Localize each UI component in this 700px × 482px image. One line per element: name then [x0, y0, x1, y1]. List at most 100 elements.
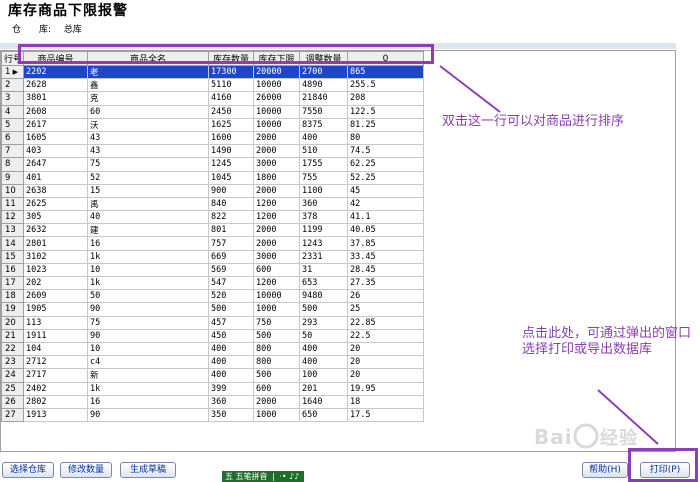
table-row[interactable]: 14 2801 16 757 2000 1243 37.85 [1, 236, 424, 251]
stock-min-cell[interactable]: 500 [253, 328, 300, 343]
table-row[interactable]: 23 2712 c4 400 800 400 20 [1, 355, 424, 370]
row-number-cell[interactable]: 17 [1, 275, 24, 291]
row-number-cell[interactable]: 21 [1, 328, 24, 343]
product-name-cell[interactable]: 16 [87, 394, 209, 409]
adjust-qty-cell[interactable]: 293 [299, 315, 348, 330]
product-name-cell[interactable]: 90 [87, 407, 209, 423]
stock-qty-cell[interactable]: 1600 [208, 130, 254, 146]
stock-qty-cell[interactable]: 400 [208, 368, 254, 383]
value-cell[interactable]: 40.05 [347, 223, 424, 238]
table-row[interactable]: 13 2632 建 801 2000 1199 40.05 [1, 223, 424, 238]
product-code-cell[interactable]: 2608 [23, 104, 88, 119]
value-cell[interactable]: 20 [347, 355, 424, 370]
stock-min-cell[interactable]: 10000 [253, 104, 300, 119]
stock-min-cell[interactable]: 1000 [253, 302, 300, 317]
row-number-cell[interactable]: 24 [1, 368, 24, 383]
stock-min-cell[interactable]: 20000 [253, 64, 300, 80]
product-name-cell[interactable]: 沃 [87, 117, 209, 132]
stock-min-cell[interactable]: 1200 [253, 210, 300, 225]
product-code-cell[interactable]: 401 [23, 170, 88, 185]
value-cell[interactable]: 25 [347, 302, 424, 317]
adjust-qty-cell[interactable]: 1640 [299, 394, 348, 409]
stock-min-cell[interactable]: 2000 [253, 394, 300, 409]
stock-min-cell[interactable]: 2000 [253, 223, 300, 238]
product-name-cell[interactable]: 1k [87, 249, 209, 264]
stock-min-cell[interactable]: 26000 [253, 91, 300, 106]
stock-qty-cell[interactable]: 400 [208, 341, 254, 357]
product-name-cell[interactable]: 40 [87, 210, 209, 225]
row-number-cell[interactable]: 2 [1, 78, 24, 93]
stock-qty-cell[interactable]: 360 [208, 394, 254, 409]
product-code-cell[interactable]: 2638 [23, 183, 88, 198]
value-cell[interactable]: 20 [347, 341, 424, 357]
row-number-cell[interactable]: 22 [1, 341, 24, 357]
select-warehouse-button[interactable]: 选择仓库 [2, 462, 54, 478]
stock-min-cell[interactable]: 3000 [253, 157, 300, 172]
table-row[interactable]: 22 104 10 400 800 400 20 [1, 341, 424, 357]
stock-min-cell[interactable]: 800 [253, 355, 300, 370]
product-name-cell[interactable]: 1k [87, 381, 209, 396]
row-number-cell[interactable]: 23 [1, 355, 24, 370]
product-code-cell[interactable]: 2617 [23, 117, 88, 132]
ime-status-bar[interactable]: 五 五笔拼音 ❘ ·• ♪♪ [222, 471, 304, 482]
product-code-cell[interactable]: 2609 [23, 289, 88, 304]
adjust-qty-cell[interactable]: 500 [299, 302, 348, 317]
row-number-cell[interactable]: 14 [1, 236, 24, 251]
stock-min-cell[interactable]: 2000 [253, 236, 300, 251]
row-number-cell[interactable]: 26 [1, 394, 24, 409]
adjust-qty-cell[interactable]: 360 [299, 196, 348, 212]
product-name-cell[interactable]: 16 [87, 236, 209, 251]
table-row[interactable]: 16 1023 10 569 600 31 28.45 [1, 262, 424, 278]
product-name-cell[interactable]: 60 [87, 104, 209, 119]
adjust-qty-cell[interactable]: 2700 [299, 64, 348, 80]
row-number-cell[interactable]: 1 ▶ [1, 64, 24, 80]
adjust-qty-cell[interactable]: 1243 [299, 236, 348, 251]
product-code-cell[interactable]: 403 [23, 144, 88, 159]
table-row[interactable]: 27 1913 90 350 1000 650 17.5 [1, 407, 424, 423]
adjust-qty-cell[interactable]: 31 [299, 262, 348, 278]
table-row[interactable]: 8 2647 75 1245 3000 1755 62.25 [1, 157, 424, 172]
table-row[interactable]: 17 202 1k 547 1200 653 27.35 [1, 275, 424, 291]
table-row[interactable]: 5 2617 沃 1625 10000 8375 81.25 [1, 117, 424, 132]
stock-min-cell[interactable]: 10000 [253, 117, 300, 132]
product-code-cell[interactable]: 2625 [23, 196, 88, 212]
row-number-cell[interactable]: 6 [1, 130, 24, 146]
stock-min-cell[interactable]: 1200 [253, 196, 300, 212]
stock-qty-cell[interactable]: 801 [208, 223, 254, 238]
stock-min-cell[interactable]: 10000 [253, 289, 300, 304]
row-number-cell[interactable]: 4 [1, 104, 24, 119]
adjust-qty-cell[interactable]: 1199 [299, 223, 348, 238]
row-number-cell[interactable]: 5 [1, 117, 24, 132]
adjust-qty-cell[interactable]: 2331 [299, 249, 348, 264]
value-cell[interactable]: 52.25 [347, 170, 424, 185]
stock-min-cell[interactable]: 2000 [253, 144, 300, 159]
product-name-cell[interactable]: 建 [87, 223, 209, 238]
value-cell[interactable]: 865 [347, 64, 424, 80]
stock-qty-cell[interactable]: 900 [208, 183, 254, 198]
product-code-cell[interactable]: 1905 [23, 302, 88, 317]
product-code-cell[interactable]: 2402 [23, 381, 88, 396]
product-name-cell[interactable]: 老 [87, 64, 209, 80]
product-code-cell[interactable]: 2712 [23, 355, 88, 370]
product-code-cell[interactable]: 2717 [23, 368, 88, 383]
value-cell[interactable]: 22.5 [347, 328, 424, 343]
product-code-cell[interactable]: 202 [23, 275, 88, 291]
table-row[interactable]: 21 1911 90 450 500 50 22.5 [1, 328, 424, 343]
stock-qty-cell[interactable]: 4160 [208, 91, 254, 106]
stock-qty-cell[interactable]: 569 [208, 262, 254, 278]
value-cell[interactable]: 80 [347, 130, 424, 146]
adjust-qty-cell[interactable]: 650 [299, 407, 348, 423]
stock-grid[interactable]: 行号 商品编号 商品全名 库存数量 库存下限 调整数量 0 1 ▶ 2202 老 17… [0, 50, 676, 452]
value-cell[interactable]: 33.45 [347, 249, 424, 264]
adjust-qty-cell[interactable]: 653 [299, 275, 348, 291]
value-cell[interactable]: 17.5 [347, 407, 424, 423]
product-name-cell[interactable]: 75 [87, 315, 209, 330]
product-code-cell[interactable]: 2801 [23, 236, 88, 251]
product-name-cell[interactable]: 90 [87, 328, 209, 343]
stock-qty-cell[interactable]: 450 [208, 328, 254, 343]
product-code-cell[interactable]: 104 [23, 341, 88, 357]
value-cell[interactable]: 62.25 [347, 157, 424, 172]
value-cell[interactable]: 18 [347, 394, 424, 409]
row-number-cell[interactable]: 7 [1, 144, 24, 159]
product-name-cell[interactable]: 1k [87, 275, 209, 291]
